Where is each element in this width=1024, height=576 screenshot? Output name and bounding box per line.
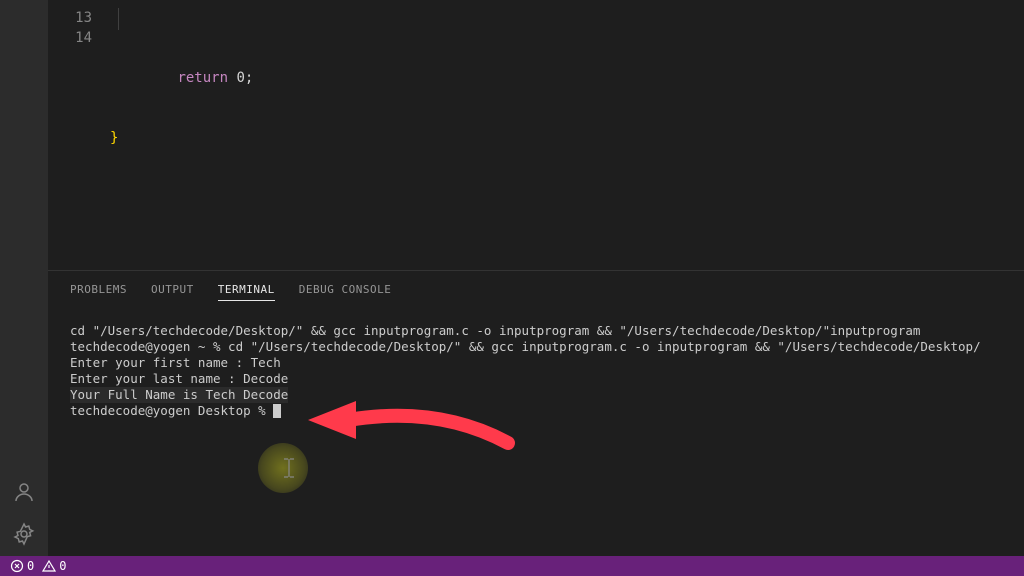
line-number-gutter: 13 14 (48, 0, 110, 270)
text-cursor-icon (280, 457, 298, 480)
bottom-panel: PROBLEMS OUTPUT TERMINAL DEBUG CONSOLE c… (48, 270, 1024, 556)
tab-debug-console[interactable]: DEBUG CONSOLE (299, 279, 392, 301)
accounts-icon[interactable] (12, 480, 36, 504)
status-bar: 0 0 (0, 556, 1024, 576)
code-content[interactable]: return 0; } (110, 0, 1024, 270)
line-number: 13 (48, 8, 92, 28)
click-highlight-annotation (258, 443, 308, 493)
terminal-line: Enter your last name : Decode (70, 371, 1002, 387)
line-number: 14 (48, 28, 92, 48)
terminal-line: cd "/Users/techdecode/Desktop/" && gcc i… (70, 323, 1002, 339)
terminal-line: Enter your first name : Tech (70, 355, 1002, 371)
settings-gear-icon[interactable] (12, 522, 36, 546)
warning-icon (42, 559, 56, 573)
panel-tabs: PROBLEMS OUTPUT TERMINAL DEBUG CONSOLE (48, 271, 1024, 309)
activity-bar (0, 0, 48, 556)
tab-terminal[interactable]: TERMINAL (218, 279, 275, 301)
terminal-output-highlight: Your Full Name is Tech Decode (70, 387, 288, 403)
status-errors[interactable]: 0 (10, 559, 34, 573)
code-editor[interactable]: 13 14 return 0; } (48, 0, 1024, 270)
terminal-prompt: techdecode@yogen Desktop % (70, 403, 273, 418)
terminal[interactable]: cd "/Users/techdecode/Desktop/" && gcc i… (48, 309, 1024, 556)
tab-output[interactable]: OUTPUT (151, 279, 194, 301)
keyword-return: return (177, 70, 228, 86)
terminal-cursor (273, 404, 281, 418)
tab-problems[interactable]: PROBLEMS (70, 279, 127, 301)
terminal-line: techdecode@yogen ~ % cd "/Users/techdeco… (70, 339, 1002, 355)
closing-brace: } (110, 130, 118, 146)
status-warnings[interactable]: 0 (42, 559, 66, 573)
error-icon (10, 559, 24, 573)
